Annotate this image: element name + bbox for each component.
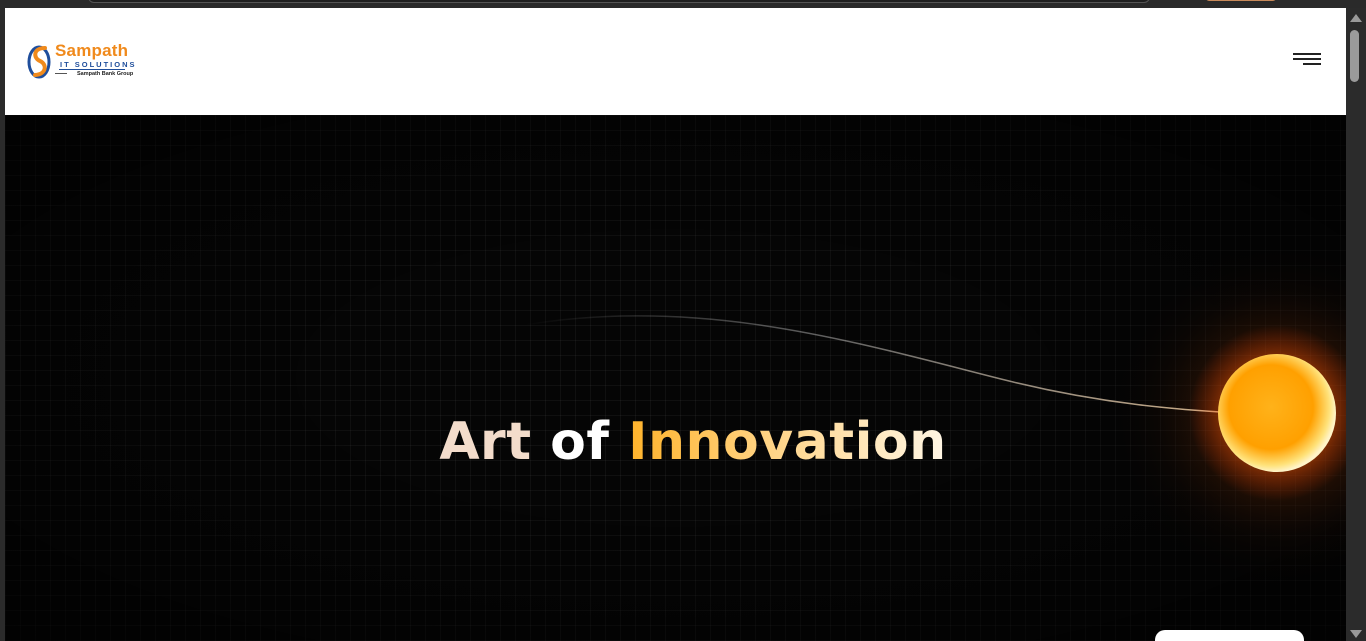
logo-divider <box>59 69 125 70</box>
scrollbar-thumb[interactable] <box>1350 30 1359 82</box>
site-header: Sampath IT SOLUTIONS Sampath Bank Group <box>5 8 1346 115</box>
hero-title-word-1: Art <box>439 411 532 472</box>
menu-line-bottom <box>1303 63 1321 65</box>
brand-name: Sampath <box>55 41 129 60</box>
brand-group: Sampath Bank Group <box>77 71 134 77</box>
browser-address-bar[interactable] <box>88 0 1150 3</box>
logo-small-rule <box>55 73 67 74</box>
page-scrollbar[interactable] <box>1346 8 1366 641</box>
scroll-up-arrow-icon[interactable] <box>1350 14 1362 22</box>
menu-line-middle <box>1293 58 1321 60</box>
brand-tagline: IT SOLUTIONS <box>60 60 137 69</box>
hero-title-word-2: of <box>550 411 610 472</box>
hero-title-word-3: Innovation <box>628 411 947 472</box>
floating-action-button[interactable] <box>1155 630 1304 641</box>
hamburger-menu-icon[interactable] <box>1286 48 1322 74</box>
browser-top-strip <box>0 0 1366 8</box>
page-viewport: Sampath IT SOLUTIONS Sampath Bank Group <box>5 8 1346 641</box>
browser-action-button[interactable] <box>1205 0 1277 1</box>
hero-section: Art of Innovation <box>5 115 1346 641</box>
sampath-s-logo-icon <box>27 45 51 79</box>
scroll-down-arrow-icon[interactable] <box>1350 630 1362 638</box>
hero-graphic <box>524 240 1346 590</box>
menu-line-top <box>1293 53 1321 55</box>
company-logo[interactable]: Sampath IT SOLUTIONS Sampath Bank Group <box>27 40 137 82</box>
hero-title: Art of Innovation <box>5 412 1346 472</box>
